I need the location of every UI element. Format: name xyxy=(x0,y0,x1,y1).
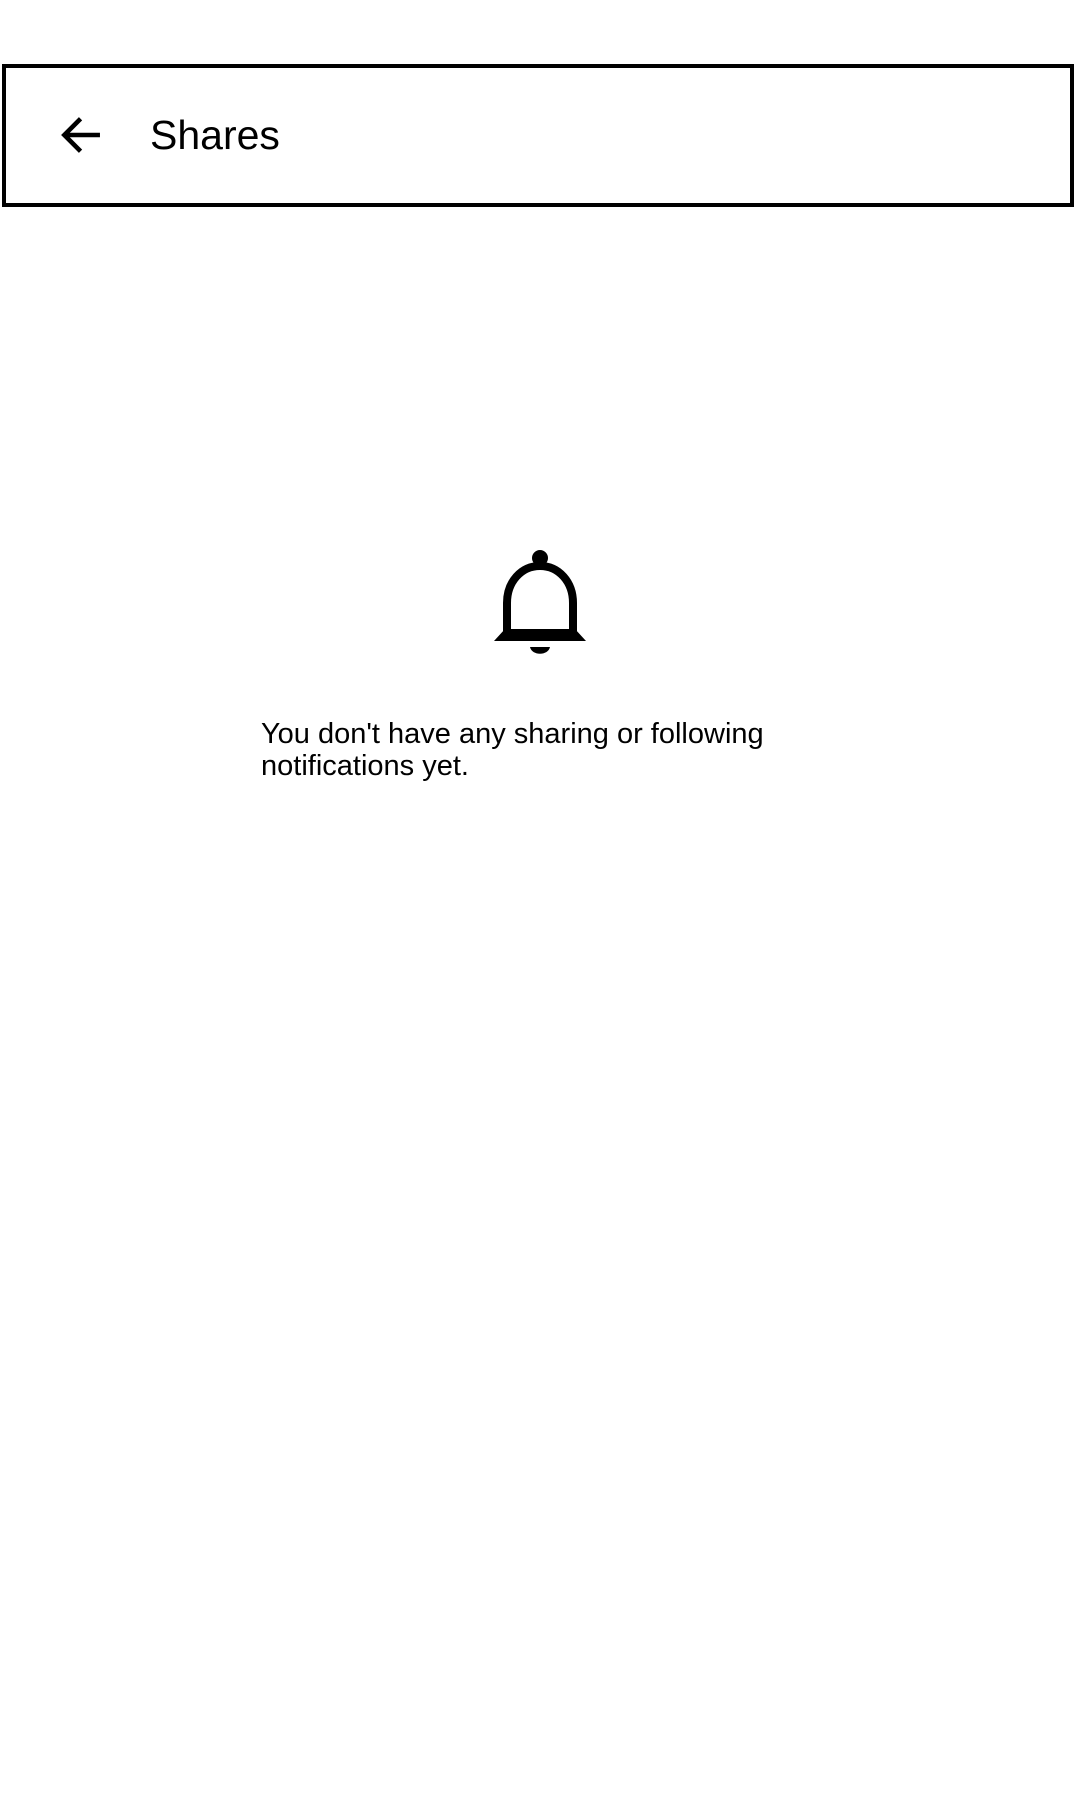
back-button[interactable] xyxy=(46,100,116,170)
arrow-back-icon xyxy=(56,110,106,160)
page-title: Shares xyxy=(150,112,280,158)
bell-icon xyxy=(490,548,590,660)
empty-state-message: You don't have any sharing or following … xyxy=(261,718,764,782)
app-bar: Shares xyxy=(2,64,1074,207)
